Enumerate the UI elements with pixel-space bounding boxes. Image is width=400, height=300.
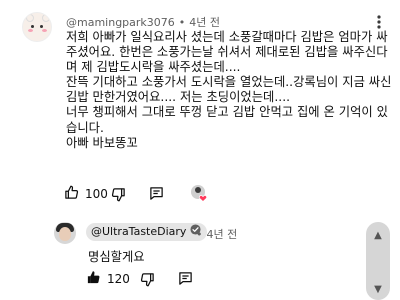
avatar-eye-left <box>31 25 34 28</box>
reply-author-handle: @UltraTasteDiary <box>91 225 187 238</box>
scrollbar[interactable]: ▲ ▼ <box>366 222 390 300</box>
avatar-blush-left <box>28 29 33 32</box>
meta-separator: • <box>178 16 186 29</box>
thumbs-up-icon[interactable] <box>86 270 101 288</box>
thumbs-down-icon[interactable] <box>111 187 126 206</box>
commenter-avatar[interactable] <box>22 12 52 42</box>
thumbs-up-icon[interactable] <box>64 185 79 203</box>
thumbs-up-icon-svg <box>65 185 79 199</box>
comment-icon[interactable] <box>149 186 164 205</box>
thumbs-down-icon[interactable] <box>140 272 155 291</box>
thumbs-down-icon-svg <box>111 188 125 202</box>
reply-meta: • 4년 전 <box>196 226 237 242</box>
comment-line: 잔뜩 기대하고 소풍가서 도시락을 열었는데..강록님이 지금 싸신 <box>66 75 392 90</box>
reply-body: 명심할게요 <box>88 250 145 264</box>
creator-handle-badge[interactable]: @UltraTasteDiary <box>86 223 208 241</box>
comment-line: 주셨어요. 한번은 소풍가는날 쉬셔서 제대로된 김밥을 싸주신다 <box>66 45 388 60</box>
comment-timestamp[interactable]: 4년 전 <box>189 16 220 29</box>
thumbs-up-filled-svg <box>87 271 100 284</box>
avatar-ear-left <box>26 14 34 22</box>
avatar-face <box>59 227 71 241</box>
comment-line: 너무 챙피해서 그대로 뚜껑 닫고 김밥 안먹고 집에 온 기억이 있 <box>66 105 388 120</box>
comment-actions: 100 <box>64 185 108 203</box>
meta-separator: • <box>196 228 203 241</box>
more-vert-icon-svg <box>377 15 381 29</box>
comment-meta: @mamingpark3076 • 4년 전 <box>66 14 220 30</box>
avatar-ear-right <box>42 14 50 22</box>
comment-line: 김밥 만한거였어요.... 저는 초딩이었는데.... <box>66 90 291 105</box>
creator-heart-icon <box>190 184 208 203</box>
comment-line: 아빠 바보똥꼬 <box>66 135 138 150</box>
comment-line: 저희 아빠가 일식요리사 셨는데 소풍갈때마다 김밥은 엄마가 싸 <box>66 30 388 44</box>
comment-author-handle[interactable]: @mamingpark3076 <box>66 16 175 29</box>
avatar-eye-right <box>40 25 43 28</box>
like-count: 100 <box>85 187 108 201</box>
thumbs-down-icon-svg <box>140 273 154 287</box>
reply-actions: 120 <box>86 270 130 288</box>
comment-icon-svg <box>179 272 192 285</box>
comment-icon[interactable] <box>178 271 193 290</box>
scroll-down-icon[interactable]: ▼ <box>366 284 390 295</box>
reply-timestamp[interactable]: 4년 전 <box>207 228 238 241</box>
scroll-up-icon[interactable]: ▲ <box>366 230 390 241</box>
reply-author-avatar[interactable] <box>54 222 76 244</box>
avatar-blush-right <box>42 29 47 32</box>
comment-line: 며 제 김밥도시락을 싸주셨는데.... <box>66 60 241 75</box>
creator-heart-icon-svg <box>191 185 208 203</box>
reply-like-count: 120 <box>107 272 130 286</box>
comment-line: 습니다. <box>66 120 104 135</box>
comment-body: 저희 아빠가 일식요리사 셨는데 소풍갈때마다 김밥은 엄마가 싸 주셨어요. … <box>66 30 392 151</box>
comment-icon-svg <box>150 187 163 200</box>
